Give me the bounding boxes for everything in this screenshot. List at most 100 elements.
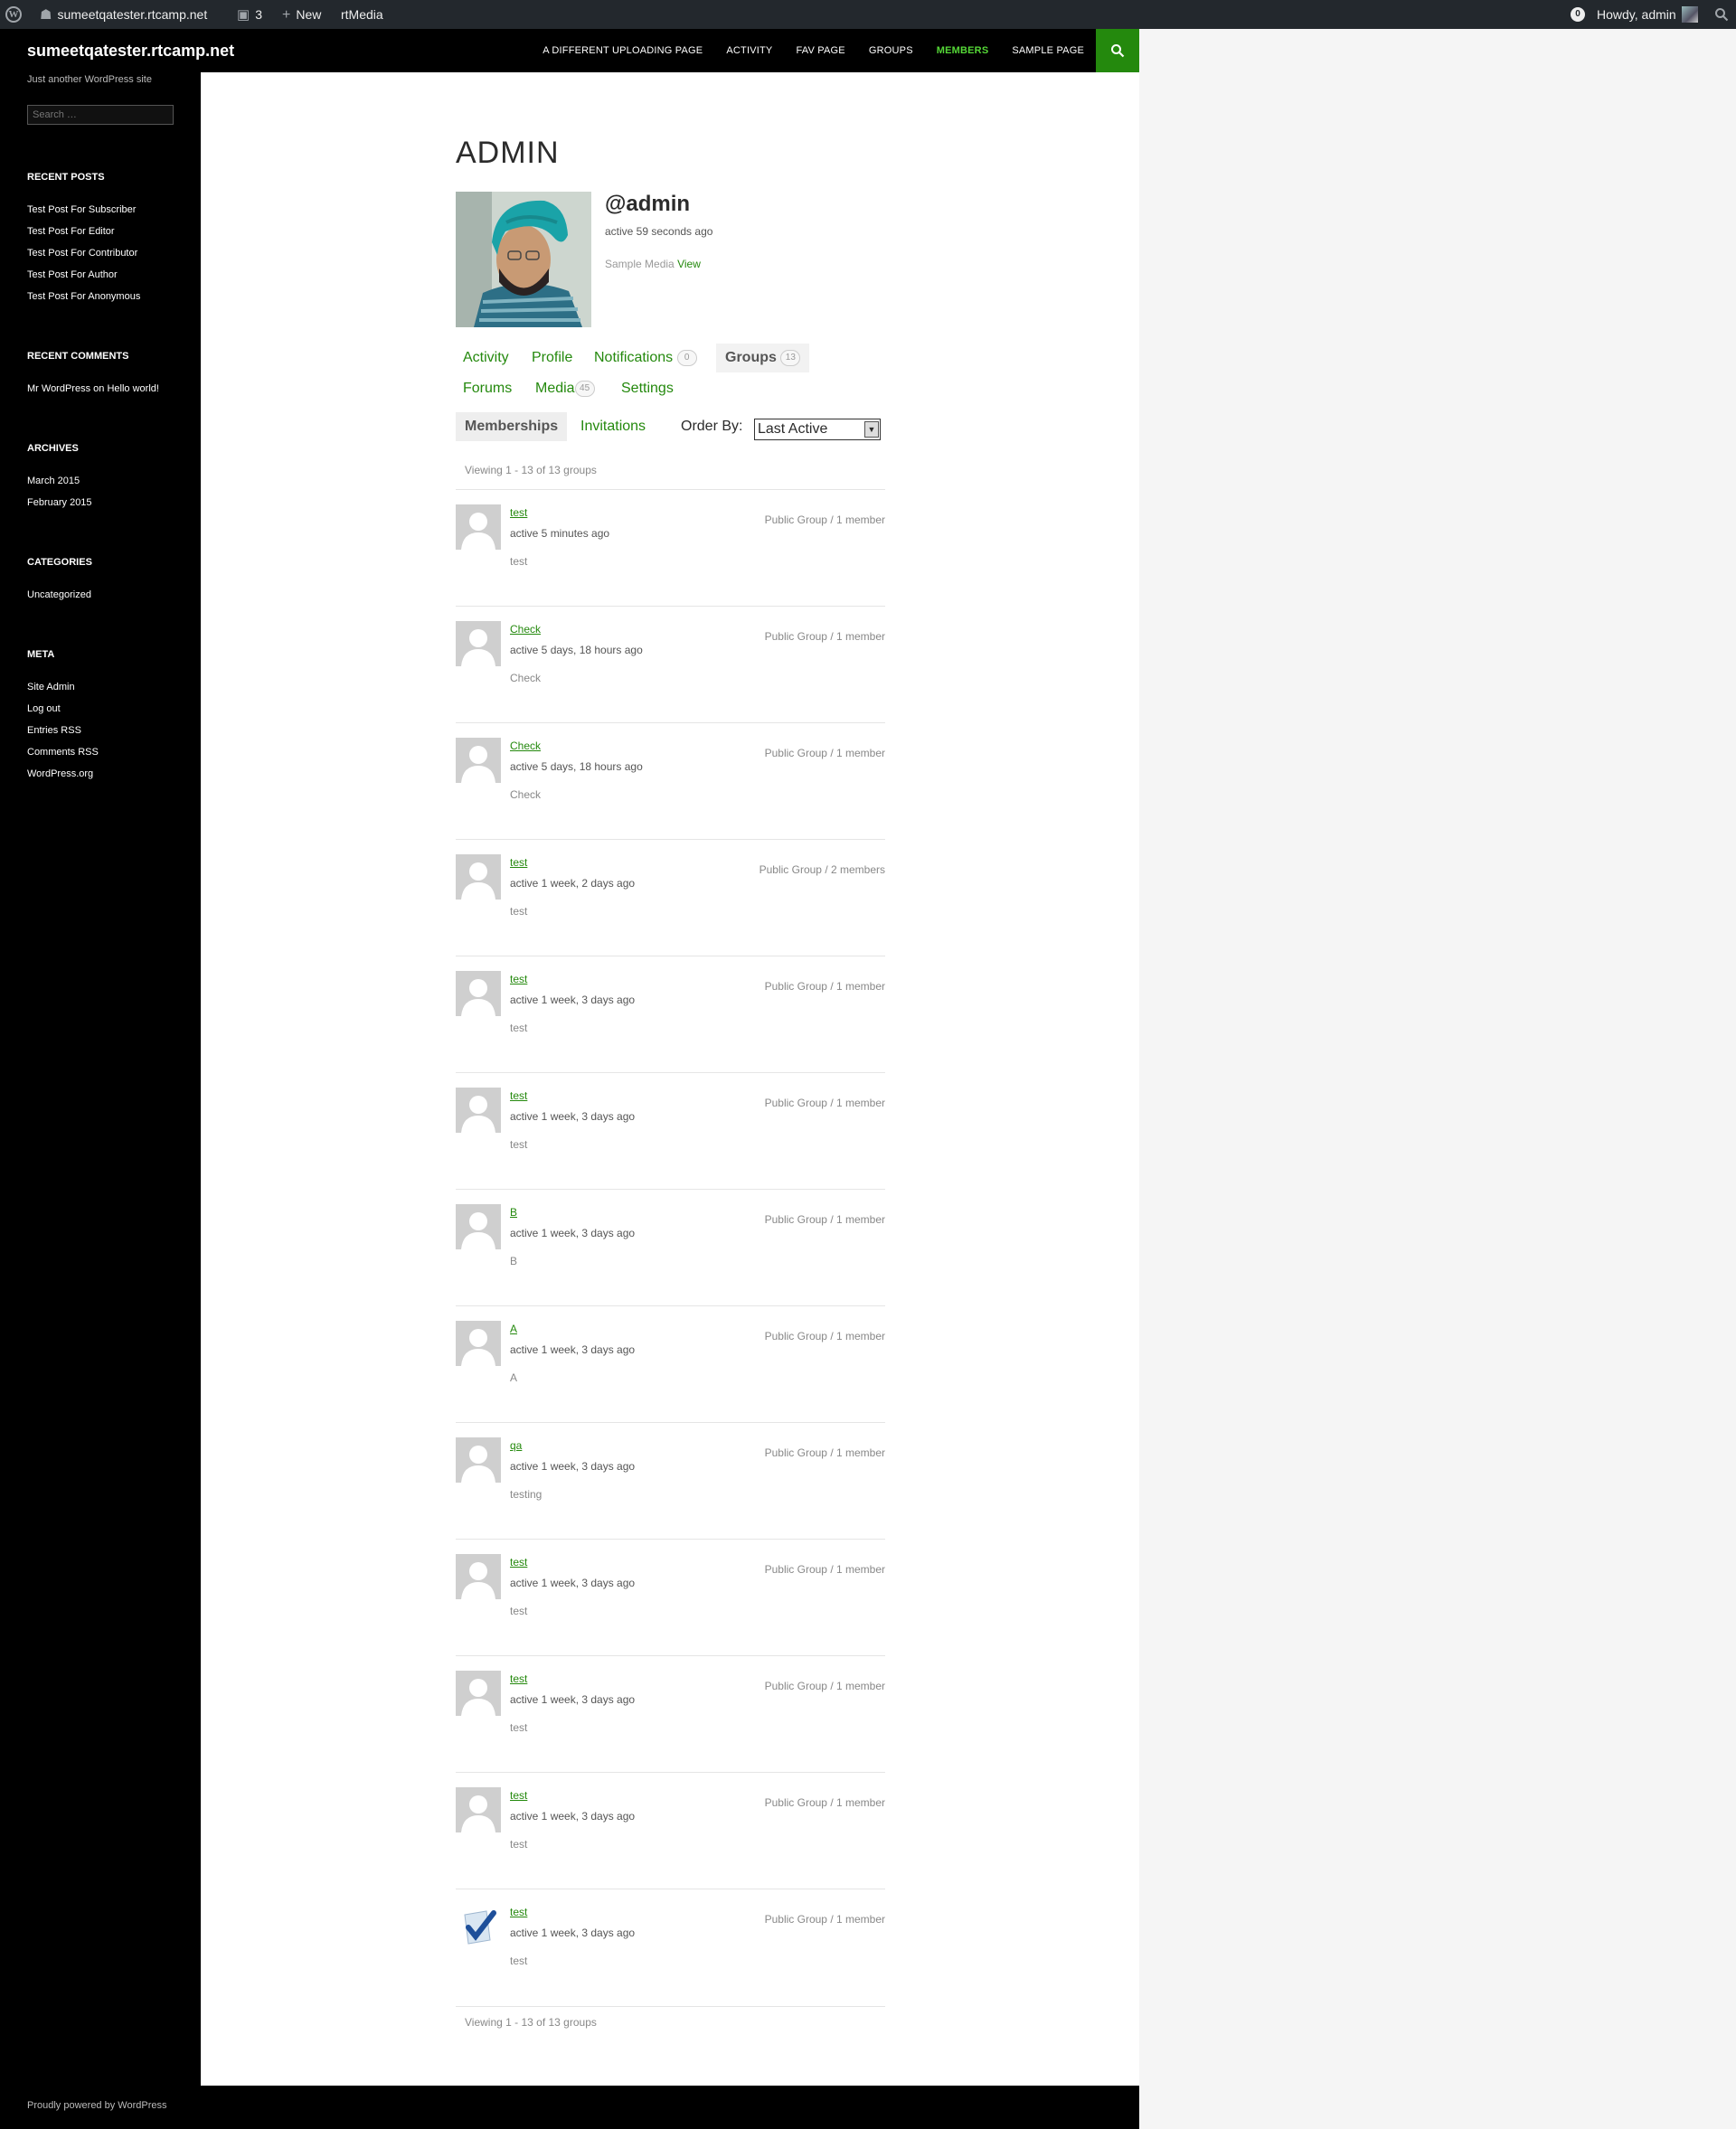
group-avatar-placeholder-icon[interactable]: [456, 738, 501, 783]
group-name-link[interactable]: B: [510, 1206, 517, 1219]
group-name-link[interactable]: test: [510, 973, 527, 985]
sidebar-search-input[interactable]: [27, 105, 174, 125]
group-last-active: active 1 week, 2 days ago: [510, 877, 636, 890]
group-type-members: Public Group / 1 member: [764, 980, 885, 993]
group-name-link[interactable]: Check: [510, 739, 541, 752]
group-name-link[interactable]: test: [510, 506, 527, 519]
comments-link[interactable]: ▣ 3: [237, 0, 262, 29]
group-avatar-placeholder-icon[interactable]: [456, 1787, 501, 1832]
archive-link[interactable]: March 2015: [27, 476, 80, 486]
group-description: B: [510, 1255, 518, 1267]
nav-item-sample-page[interactable]: SAMPLE PAGE: [1000, 29, 1096, 72]
tab-profile[interactable]: Profile: [523, 344, 581, 372]
group-name-link[interactable]: test: [510, 856, 527, 869]
group-list-item: test active 1 week, 3 days ago test Public …: [456, 1772, 885, 1889]
recent-post-link[interactable]: Test Post For Contributor: [27, 248, 137, 259]
group-avatar-placeholder-icon[interactable]: [456, 1204, 501, 1249]
subtab-invitations[interactable]: Invitations: [571, 412, 655, 441]
tab-forums[interactable]: Forums: [454, 374, 521, 403]
nav-item-fav-page[interactable]: FAV PAGE: [784, 29, 856, 72]
group-avatar-placeholder-icon[interactable]: [456, 1088, 501, 1133]
group-name-link[interactable]: A: [510, 1323, 517, 1335]
nav-item-activity[interactable]: ACTIVITY: [714, 29, 784, 72]
plus-icon: +: [282, 7, 291, 23]
group-type-members: Public Group / 2 members: [759, 863, 885, 876]
recent-post-link[interactable]: Test Post For Subscriber: [27, 204, 136, 215]
group-name-link[interactable]: Check: [510, 623, 541, 636]
search-toggle-button[interactable]: [1096, 29, 1139, 72]
group-type-members: Public Group / 1 member: [764, 1213, 885, 1226]
comment-icon: ▣: [237, 7, 250, 23]
group-description: test: [510, 1605, 528, 1617]
group-name-link[interactable]: test: [510, 1789, 527, 1802]
group-avatar-placeholder-icon[interactable]: [456, 1671, 501, 1716]
profile-avatar[interactable]: [456, 192, 591, 327]
list-divider: [456, 2006, 885, 2007]
meta-link-wordpress-org[interactable]: WordPress.org: [27, 768, 93, 779]
group-name-link[interactable]: qa: [510, 1439, 522, 1452]
group-avatar-placeholder-icon[interactable]: [456, 504, 501, 550]
tab-activity[interactable]: Activity: [454, 344, 518, 372]
group-description: Check: [510, 788, 542, 801]
group-list-item: test active 1 week, 3 days ago test Public …: [456, 956, 885, 1072]
site-name-link[interactable]: ☗ sumeetqatester.rtcamp.net: [40, 0, 207, 29]
comment-post-link[interactable]: Hello world!: [107, 383, 158, 394]
group-avatar-placeholder-icon[interactable]: [456, 1437, 501, 1483]
meta-link-log-out[interactable]: Log out: [27, 703, 61, 714]
group-name-link[interactable]: test: [510, 1672, 527, 1685]
group-avatar-placeholder-icon[interactable]: [456, 621, 501, 666]
group-name-link[interactable]: test: [510, 1556, 527, 1568]
subtab-memberships[interactable]: Memberships: [456, 412, 568, 441]
group-description: test: [510, 555, 528, 568]
meta-link-site-admin[interactable]: Site Admin: [27, 682, 75, 692]
nav-item-groups[interactable]: GROUPS: [857, 29, 925, 72]
group-last-active: active 5 days, 18 hours ago: [510, 760, 643, 773]
recent-post-link[interactable]: Test Post For Editor: [27, 226, 115, 237]
group-avatar-checkmark-icon[interactable]: [456, 1904, 501, 1949]
site-title[interactable]: sumeetqatester.rtcamp.net: [27, 29, 234, 72]
nav-item-members[interactable]: MEMBERS: [925, 29, 1001, 72]
tab-settings[interactable]: Settings: [612, 374, 683, 403]
new-content-link[interactable]: + New: [282, 0, 321, 29]
order-by-select[interactable]: Last Active ▼: [754, 419, 881, 440]
wordpress-logo-icon[interactable]: W: [5, 0, 25, 29]
meta-link-comments-rss[interactable]: Comments RSS: [27, 747, 99, 758]
group-description: test: [510, 1022, 528, 1034]
group-last-active: active 1 week, 3 days ago: [510, 1693, 636, 1706]
my-account-link[interactable]: Howdy, admin: [1597, 0, 1698, 29]
group-name-link[interactable]: test: [510, 1906, 527, 1918]
notifications-badge[interactable]: 0: [1571, 0, 1585, 29]
group-description: A: [510, 1371, 518, 1384]
pagination-count-top: Viewing 1 - 13 of 13 groups: [465, 464, 597, 476]
tab-groups[interactable]: Groups 13: [716, 344, 810, 372]
sample-media-view-link[interactable]: View: [677, 258, 701, 270]
group-description: test: [510, 1955, 528, 1967]
profile-last-active: active 59 seconds ago: [605, 225, 713, 238]
site-header: sumeetqatester.rtcamp.net A DIFFERENT UP…: [0, 29, 1139, 72]
main-content: ADMIN @admin active 59 seconds ago Sampl…: [201, 72, 1139, 2086]
site-footer: Proudly powered by WordPress: [0, 2086, 1139, 2129]
group-type-members: Public Group / 1 member: [764, 1913, 885, 1926]
archive-link[interactable]: February 2015: [27, 497, 92, 508]
chevron-down-icon: ▼: [864, 421, 879, 438]
group-last-active: active 1 week, 3 days ago: [510, 1460, 636, 1473]
group-last-active: active 1 week, 3 days ago: [510, 1343, 636, 1356]
group-list-item: Aactive 1 week, 3 days ago A Public Group …: [456, 1305, 885, 1422]
recent-post-link[interactable]: Test Post For Anonymous: [27, 291, 140, 302]
group-avatar-placeholder-icon[interactable]: [456, 854, 501, 900]
nav-item-uploading-page[interactable]: A DIFFERENT UPLOADING PAGE: [531, 29, 714, 72]
rtmedia-link[interactable]: rtMedia: [341, 0, 383, 29]
meta-link-entries-rss[interactable]: Entries RSS: [27, 725, 81, 736]
tab-media[interactable]: Media 45: [526, 374, 604, 403]
tab-notifications[interactable]: Notifications 0: [585, 344, 706, 372]
group-name-link[interactable]: test: [510, 1089, 527, 1102]
comment-author-link[interactable]: Mr WordPress: [27, 383, 90, 394]
recent-post-link[interactable]: Test Post For Author: [27, 269, 118, 280]
group-type-members: Public Group / 1 member: [764, 1680, 885, 1692]
group-avatar-placeholder-icon[interactable]: [456, 1321, 501, 1366]
category-link[interactable]: Uncategorized: [27, 589, 91, 600]
adminbar-search-icon[interactable]: [1714, 0, 1729, 29]
footer-credit[interactable]: Proudly powered by WordPress: [27, 2100, 166, 2111]
group-avatar-placeholder-icon[interactable]: [456, 971, 501, 1016]
group-avatar-placeholder-icon[interactable]: [456, 1554, 501, 1599]
